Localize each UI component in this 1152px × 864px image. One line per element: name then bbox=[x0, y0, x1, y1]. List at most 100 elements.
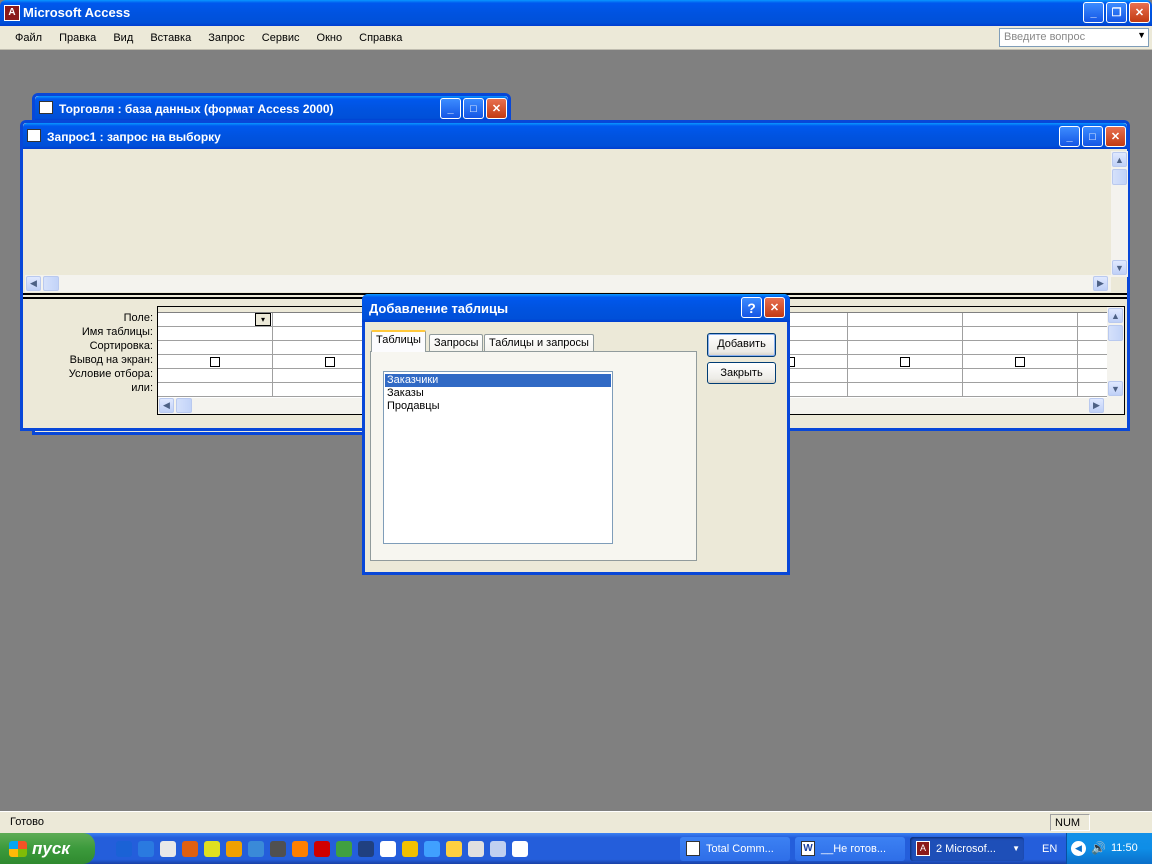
mail-icon[interactable] bbox=[292, 841, 308, 857]
menu-insert[interactable]: Вставка bbox=[150, 32, 191, 44]
row-label-show: Вывод на экран: bbox=[69, 354, 153, 366]
task-label: __Не готов... bbox=[821, 843, 887, 855]
grid-cell[interactable] bbox=[963, 313, 1078, 327]
show-checkbox[interactable] bbox=[1015, 357, 1025, 367]
hscroll-thumb[interactable] bbox=[43, 276, 59, 291]
menu-view[interactable]: Вид bbox=[113, 32, 133, 44]
list-item[interactable]: Заказы bbox=[385, 387, 611, 400]
add-button[interactable]: Добавить bbox=[707, 333, 776, 357]
grid-cell[interactable] bbox=[848, 383, 963, 397]
grid-cell[interactable] bbox=[158, 383, 273, 397]
menu-tools[interactable]: Сервис bbox=[262, 32, 300, 44]
access-task-icon: A bbox=[916, 841, 930, 856]
table-pane[interactable] bbox=[23, 149, 1127, 293]
grid-cell[interactable] bbox=[848, 369, 963, 383]
menu-query[interactable]: Запрос bbox=[208, 32, 244, 44]
save-icon[interactable] bbox=[380, 841, 396, 857]
scroll-right-icon[interactable]: ▶ bbox=[1093, 276, 1108, 291]
tables-listbox[interactable]: Заказчики Заказы Продавцы bbox=[383, 371, 613, 544]
globe-icon[interactable] bbox=[248, 841, 264, 857]
query-window-title-bar[interactable]: Запрос1 : запрос на выборку _ □ ✕ bbox=[23, 123, 1127, 149]
hand-icon[interactable] bbox=[512, 841, 528, 857]
group-chevron-icon[interactable]: ▼ bbox=[1012, 837, 1020, 861]
grid-cell[interactable] bbox=[848, 313, 963, 327]
doc-icon[interactable] bbox=[490, 841, 506, 857]
grid-scroll-up-icon[interactable]: ▲ bbox=[1108, 308, 1123, 323]
db-maximize-button[interactable]: □ bbox=[463, 98, 484, 119]
ie-icon[interactable] bbox=[116, 841, 132, 857]
opera-icon[interactable] bbox=[314, 841, 330, 857]
flag-icon[interactable] bbox=[424, 841, 440, 857]
app-restore-button[interactable]: ❐ bbox=[1106, 2, 1127, 23]
taskbar-item-access[interactable]: A 2 Microsof... ▼ bbox=[910, 837, 1024, 861]
app-close-button[interactable]: ✕ bbox=[1129, 2, 1150, 23]
grid-scroll-right-icon[interactable]: ▶ bbox=[1089, 398, 1104, 413]
add-table-dialog[interactable]: Добавление таблицы ? ✕ Таблицы Запросы Т… bbox=[362, 294, 790, 575]
show-checkbox[interactable] bbox=[900, 357, 910, 367]
grid-vscroll[interactable]: ▲ ▼ bbox=[1107, 307, 1124, 399]
calculator-icon[interactable] bbox=[270, 841, 286, 857]
list-item-selected[interactable]: Заказчики bbox=[385, 374, 611, 387]
grid-cell[interactable] bbox=[848, 341, 963, 355]
plane-icon[interactable] bbox=[226, 841, 242, 857]
grid-vscroll-thumb[interactable] bbox=[1108, 325, 1123, 341]
start-button[interactable]: пуск bbox=[0, 833, 95, 864]
grid-cell[interactable] bbox=[158, 369, 273, 383]
grid-scroll-left-icon[interactable]: ◀ bbox=[159, 398, 174, 413]
clock[interactable]: 11:50 bbox=[1111, 842, 1138, 854]
dialog-title-bar[interactable]: Добавление таблицы ? ✕ bbox=[362, 294, 790, 322]
app-minimize-button[interactable]: _ bbox=[1083, 2, 1104, 23]
db-minimize-button[interactable]: _ bbox=[440, 98, 461, 119]
menu-bar: Файл Правка Вид Вставка Запрос Сервис Ок… bbox=[0, 26, 1152, 50]
field-dropdown-button[interactable]: ▾ bbox=[255, 313, 271, 326]
tab-tables[interactable]: Таблицы bbox=[371, 330, 426, 352]
list-item[interactable]: Продавцы bbox=[385, 400, 611, 413]
query-close-button[interactable]: ✕ bbox=[1105, 126, 1126, 147]
network-icon[interactable]: 🔊 bbox=[1091, 841, 1106, 855]
grid-cell[interactable] bbox=[963, 341, 1078, 355]
grid-cell[interactable] bbox=[158, 341, 273, 355]
query-maximize-button[interactable]: □ bbox=[1082, 126, 1103, 147]
dialog-help-button[interactable]: ? bbox=[741, 297, 762, 318]
media-icon[interactable] bbox=[402, 841, 418, 857]
menu-edit[interactable]: Правка bbox=[59, 32, 96, 44]
menu-help[interactable]: Справка bbox=[359, 32, 402, 44]
home-icon[interactable] bbox=[182, 841, 198, 857]
winamp-icon[interactable] bbox=[358, 841, 374, 857]
chevron-down-icon[interactable]: ▼ bbox=[1137, 30, 1146, 40]
notepad-icon[interactable] bbox=[160, 841, 176, 857]
dialog-close-x-button[interactable]: ✕ bbox=[764, 297, 785, 318]
books-icon[interactable] bbox=[336, 841, 352, 857]
scroll-left-icon[interactable]: ◀ bbox=[26, 276, 41, 291]
table-pane-vscroll[interactable]: ▲ ▼ bbox=[1111, 151, 1128, 277]
vscroll-thumb[interactable] bbox=[1112, 169, 1127, 185]
taskbar-item-word[interactable]: W __Не готов... bbox=[795, 837, 905, 861]
database-window-title-bar[interactable]: Торговля : база данных (формат Access 20… bbox=[35, 96, 508, 121]
grid-cell[interactable] bbox=[158, 327, 273, 341]
grid-cell[interactable] bbox=[963, 327, 1078, 341]
app-title-bar[interactable]: A Microsoft Access _ ❐ ✕ bbox=[0, 0, 1152, 26]
show-checkbox[interactable] bbox=[325, 357, 335, 367]
scroll-up-icon[interactable]: ▲ bbox=[1112, 152, 1127, 167]
language-indicator[interactable]: EN bbox=[1042, 843, 1057, 855]
grid-cell[interactable] bbox=[963, 383, 1078, 397]
ie2-icon[interactable] bbox=[138, 841, 154, 857]
scroll-down-icon[interactable]: ▼ bbox=[1112, 260, 1127, 275]
grid-scroll-down-icon[interactable]: ▼ bbox=[1108, 381, 1123, 396]
tray-expand-icon[interactable]: ◀ bbox=[1071, 841, 1086, 856]
menu-window[interactable]: Окно bbox=[317, 32, 343, 44]
taskbar-item-total-commander[interactable]: Total Comm... bbox=[680, 837, 790, 861]
table-pane-hscroll[interactable]: ◀ ▶ bbox=[25, 275, 1111, 292]
pencil-icon[interactable] bbox=[446, 841, 462, 857]
query-minimize-button[interactable]: _ bbox=[1059, 126, 1080, 147]
db-close-button[interactable]: ✕ bbox=[486, 98, 507, 119]
image-icon[interactable] bbox=[468, 841, 484, 857]
edit-icon[interactable] bbox=[204, 841, 220, 857]
grid-cell[interactable] bbox=[963, 369, 1078, 383]
grid-hscroll-thumb[interactable] bbox=[176, 398, 192, 413]
close-button[interactable]: Закрыть bbox=[707, 362, 776, 384]
show-checkbox[interactable] bbox=[210, 357, 220, 367]
menu-file[interactable]: Файл bbox=[15, 32, 42, 44]
grid-cell[interactable] bbox=[848, 327, 963, 341]
help-question-box[interactable]: Введите вопрос ▼ bbox=[999, 28, 1149, 47]
